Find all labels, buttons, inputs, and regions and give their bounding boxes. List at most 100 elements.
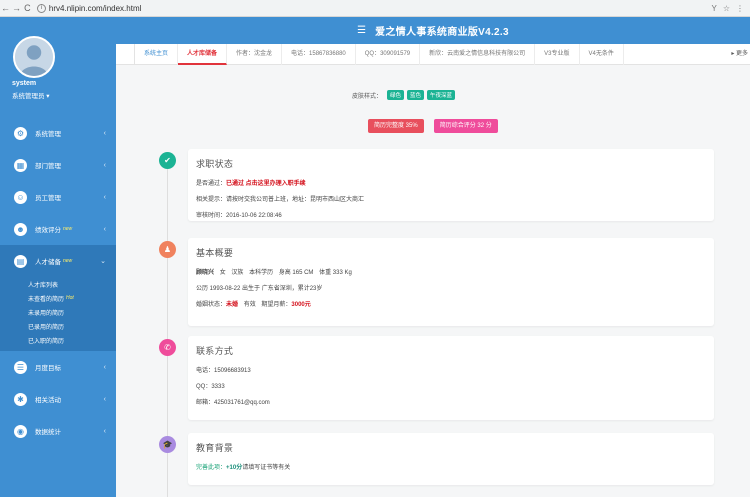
contact-card: 联系方式 电话：15096683913 QQ：3333 邮箱：425031761… (188, 336, 714, 420)
hamburger-menu-icon[interactable]: ☰ (357, 25, 366, 36)
forward-icon[interactable]: → (11, 3, 22, 13)
chevron-left-icon: ‹ (103, 363, 106, 371)
education-bonus-label: 完善此项： (196, 465, 227, 471)
new-badge: new (63, 226, 73, 232)
status-card: 求职状态 是否通过：已通过 点击这里办理入职手续 相关提示：请按时交我公司普上班… (188, 149, 714, 221)
marriage-label: 婚姻状态： (196, 302, 227, 308)
education-bonus-row: 完善此项：+10分请填写证书等有关 (196, 462, 706, 471)
browser-menu-icon[interactable]: ⋮ (736, 4, 744, 13)
sidebar-item-score[interactable]: ☻ 绩效评分 new ‹ (0, 213, 116, 245)
candidate-birth: 公历 1993-08-22 出生于 广东省深圳，累计23岁 (196, 286, 323, 292)
info-icon[interactable]: i (36, 3, 46, 13)
profile-marriage-row: 婚姻状态：未婚 有效 期望月薪：3000元 (196, 299, 706, 308)
education-bonus-hint: 请填写证书等有关 (242, 465, 291, 471)
sidebar-item-label: 绩效评分 (35, 227, 61, 234)
contact-email: 邮箱：425031761@qq.com (196, 400, 270, 406)
check-icon: ✔ (159, 152, 176, 169)
talent-submenu: 人才库列表 未查看的简历 Hot 未录用的简历 已录用的简历 已入职的简历 (0, 277, 116, 351)
candidate-weight: 体重 333 Kg (319, 270, 352, 276)
chevron-left-icon: ‹ (103, 193, 106, 201)
submenu-item-not-hired[interactable]: 未录用的简历 (0, 305, 116, 319)
tab-talent-reserve[interactable]: 人才库储备 (178, 43, 228, 65)
status-title: 求职状态 (196, 159, 234, 169)
back-icon[interactable]: ← (0, 3, 11, 13)
sidebar-item-department[interactable]: ▦ 部门管理 ‹ (0, 149, 116, 181)
extension-icon[interactable]: Y (711, 4, 716, 13)
avatar[interactable] (13, 36, 55, 78)
sidebar-item-system[interactable]: ⚙ 系统管理 ‹ (0, 117, 116, 149)
reload-icon[interactable]: C (22, 3, 33, 13)
sidebar-item-staff[interactable]: ☺ 员工管理 ‹ (0, 181, 116, 213)
candidate-gender: 女 (219, 270, 226, 276)
resume-complete-badge: 简历完整度 35% (368, 119, 424, 133)
education-title: 教育背景 (196, 443, 234, 453)
username: system (12, 80, 37, 87)
star-icon[interactable]: ☆ (723, 4, 730, 13)
sidebar-item-stats[interactable]: ◉ 数据统计 ‹ (0, 415, 116, 447)
address-bar[interactable]: i hrv4.nlipin.com/index.html (36, 2, 712, 15)
new-badge: new (63, 258, 73, 264)
sidebar-item-activity[interactable]: ✱ 相关活动 ‹ (0, 383, 116, 415)
summary-pills: 简历完整度 35% 简历综合评分 32 分 (368, 119, 498, 133)
sidebar-item-talent[interactable]: ▤ 人才储备 new ⌄ (0, 245, 116, 277)
tab-qq[interactable]: QQ：309091579 (356, 43, 421, 65)
browser-toolbar: ← → C i hrv4.nlipin.com/index.html Y ☆ ⋮ (0, 0, 750, 17)
contact-title: 联系方式 (196, 346, 234, 356)
user-role-dropdown[interactable]: 系统管理员 ▾ (12, 90, 50, 100)
chevron-left-icon: ‹ (103, 129, 106, 137)
nationality-value: 有效 (243, 302, 256, 308)
tab-v4[interactable]: V4无条件 (580, 43, 624, 65)
app-title: 爱之情人事系统商业版V4.2.3 (375, 27, 509, 38)
submenu-label: 人才库列表 (28, 282, 59, 289)
skin-option-green[interactable]: 绿色 (387, 90, 405, 100)
onboard-link[interactable]: 已通过 点击这里办理入职手续 (226, 181, 306, 187)
marriage-value: 未婚 (226, 302, 239, 308)
submenu-item-talent-list[interactable]: 人才库列表 (0, 277, 116, 291)
salary-label: 期望月薪： (261, 302, 292, 308)
tab-phone[interactable]: 电话：15867836880 (282, 43, 356, 65)
tab-company[interactable]: 新欣：云南爱之情信息科技有限公司 (420, 43, 536, 65)
skin-selector: 皮肤样式： 绿色 蓝色 午夜深蓝 (352, 90, 456, 100)
chevron-left-icon: ‹ (103, 395, 106, 403)
submenu-item-unviewed[interactable]: 未查看的简历 Hot (0, 291, 116, 305)
status-hint: 相关提示：请按时交我公司普上班，地址：昆明市西山区大商汇 (196, 197, 365, 203)
phone-icon: ✆ (159, 339, 176, 356)
contact-qq: QQ：3333 (196, 384, 225, 390)
sidebar-item-label: 人才储备 (35, 259, 61, 266)
submenu-item-onboarded[interactable]: 已入职的简历 (0, 333, 116, 347)
submenu-item-hired[interactable]: 已录用的简历 (0, 319, 116, 333)
sidebar-item-label: 数据统计 (35, 429, 61, 436)
tab-home[interactable]: 系统主页 (134, 43, 179, 65)
status-pass-label: 是否通过： (196, 181, 227, 187)
tab-author[interactable]: 作者：沈金龙 (227, 43, 283, 65)
candidate-ethnic: 汉族 (231, 270, 244, 276)
skin-option-blue[interactable]: 蓝色 (407, 90, 425, 100)
main-content: 皮肤样式： 绿色 蓝色 午夜深蓝 简历完整度 35% 简历综合评分 32 分 ✔… (116, 65, 750, 497)
talent-icon: ▤ (14, 254, 27, 268)
chevron-left-icon: ‹ (103, 161, 106, 169)
skin-option-midnight[interactable]: 午夜深蓝 (427, 90, 456, 100)
tabs-more-button[interactable]: ▸ 更多 (731, 44, 748, 65)
sidebar: system 系统管理员 ▾ ⚙ 系统管理 ‹ ▦ 部门管理 ‹ ☺ 员工管理 … (0, 17, 116, 497)
sidebar-item-target[interactable]: ☰ 月度目标 ‹ (0, 351, 116, 383)
profile-basic-row: 顾晓兴 女 汉族 本科学历 身高 165 CM 体重 333 Kg (196, 267, 706, 276)
address-url: hrv4.nlipin.com/index.html (48, 3, 142, 13)
education-card: 教育背景 完善此项：+10分请填写证书等有关 (188, 433, 714, 485)
review-time: 审核时间：2016-10-06 22:08:46 (196, 213, 282, 219)
target-icon: ☰ (14, 360, 27, 374)
tab-v3[interactable]: V3专业版 (535, 43, 580, 65)
profile-card: 基本概要 顾晓兴 女 汉族 本科学历 身高 165 CM 体重 333 Kg 公… (188, 238, 714, 326)
score-icon: ☻ (14, 222, 27, 236)
top-header: ☰ 爱之情人事系统商业版V4.2.3 (116, 17, 750, 44)
salary-value: 3000元 (291, 302, 311, 308)
submenu-label: 已入职的简历 (28, 338, 65, 345)
person-icon: ♟ (159, 241, 176, 258)
hot-badge: Hot (66, 295, 74, 301)
resume-score-badge: 简历综合评分 32 分 (433, 119, 498, 133)
user-role: 系统管理员 (12, 93, 45, 100)
sidebar-item-label: 系统管理 (35, 131, 61, 138)
contact-phone: 电话：15096683913 (196, 368, 251, 374)
status-pass-row: 是否通过：已通过 点击这里办理入职手续 (196, 178, 706, 187)
gear-icon: ⚙ (14, 126, 27, 140)
candidate-education: 本科学历 (249, 270, 274, 276)
